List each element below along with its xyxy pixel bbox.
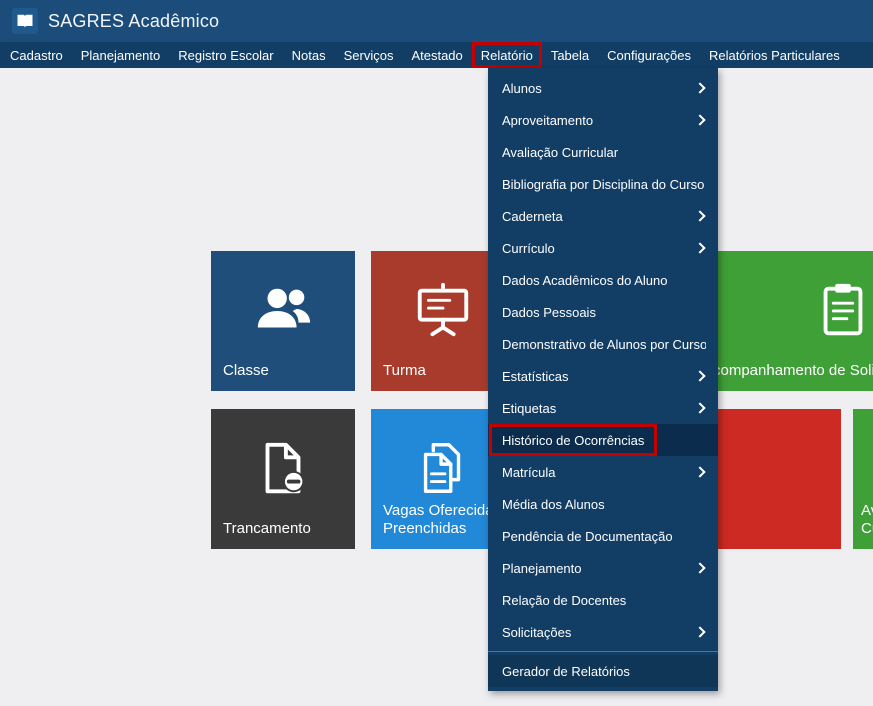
clipboard-icon [691,279,873,341]
dropdown-item-label: Relação de Docentes [502,593,706,608]
tile-label: Classe [223,362,347,381]
chevron-right-icon [694,210,705,221]
dropdown-item-label: Caderneta [502,209,696,224]
dropdown-item-label: Demonstrativo de Alunos por Curso [502,337,706,352]
tile-label: Acompanhamento de Solicitações [703,362,873,381]
dropdown-item-demonstrativo-de-alunos-por-curso[interactable]: Demonstrativo de Alunos por Curso [488,328,718,360]
tile-acompanhamento-de-solicitacoes[interactable]: Acompanhamento de Solicitações [691,251,873,391]
menu-item-servicos[interactable]: Serviços [335,42,403,68]
dropdown-item-bibliografia-por-disciplina-do-curso[interactable]: Bibliografia por Disciplina do Curso [488,168,718,200]
dropdown-item-dados-academicos-do-aluno[interactable]: Dados Acadêmicos do Aluno [488,264,718,296]
dropdown-item-label: Dados Acadêmicos do Aluno [502,273,706,288]
menu-item-relatorio[interactable]: Relatório [472,42,542,68]
dropdown-item-media-dos-alunos[interactable]: Média dos Alunos [488,488,718,520]
dropdown-item-label: Matrícula [502,465,696,480]
dropdown-item-dados-pessoais[interactable]: Dados Pessoais [488,296,718,328]
relatorio-dropdown-menu: Alunos Aproveitamento Avaliação Curricul… [488,68,718,691]
dropdown-item-historico-de-ocorrencias[interactable]: Histórico de Ocorrências [488,424,718,456]
chevron-right-icon [694,402,705,413]
menu-item-configuracoes[interactable]: Configurações [598,42,700,68]
tile-classe[interactable]: Classe [211,251,355,391]
chevron-right-icon [694,562,705,573]
dropdown-item-relacao-de-docentes[interactable]: Relação de Docentes [488,584,718,616]
open-book-icon [12,8,38,34]
dropdown-item-solicitacoes[interactable]: Solicitações [488,616,718,648]
menubar: Cadastro Planejamento Registro Escolar N… [0,42,873,68]
app-title: SAGRES Acadêmico [48,11,219,32]
menu-item-relatorios-particulares[interactable]: Relatórios Particulares [700,42,849,68]
dropdown-item-pendencia-de-documentacao[interactable]: Pendência de Documentação [488,520,718,552]
tile-trancamento[interactable]: Trancamento [211,409,355,549]
tile-avaliacao-curricular[interactable]: Avaliação Curricular [853,409,873,549]
dropdown-item-label: Histórico de Ocorrências [502,433,706,448]
dropdown-item-label: Gerador de Relatórios [502,664,706,679]
dropdown-item-planejamento[interactable]: Planejamento [488,552,718,584]
dropdown-item-caderneta[interactable]: Caderneta [488,200,718,232]
dropdown-item-label: Alunos [502,81,696,96]
dropdown-item-avaliacao-curricular[interactable]: Avaliação Curricular [488,136,718,168]
chevron-right-icon [694,466,705,477]
dropdown-item-alunos[interactable]: Alunos [488,72,718,104]
dropdown-item-estatisticas[interactable]: Estatísticas [488,360,718,392]
dropdown-item-label: Avaliação Curricular [502,145,706,160]
menu-item-notas[interactable]: Notas [283,42,335,68]
dropdown-item-label: Aproveitamento [502,113,696,128]
chevron-right-icon [694,82,705,93]
dropdown-divider [488,651,718,652]
menu-item-planejamento[interactable]: Planejamento [72,42,170,68]
menu-item-tabela[interactable]: Tabela [542,42,598,68]
menu-item-registro-escolar[interactable]: Registro Escolar [169,42,282,68]
dropdown-item-label: Etiquetas [502,401,696,416]
chevron-right-icon [694,114,705,125]
dropdown-item-gerador-de-relatorios[interactable]: Gerador de Relatórios [488,655,718,687]
dropdown-item-label: Solicitações [502,625,696,640]
dropdown-item-matricula[interactable]: Matrícula [488,456,718,488]
menu-item-cadastro[interactable]: Cadastro [1,42,72,68]
dropdown-item-etiquetas[interactable]: Etiquetas [488,392,718,424]
dropdown-item-label: Dados Pessoais [502,305,706,320]
users-icon [211,279,355,341]
dropdown-item-label: Média dos Alunos [502,497,706,512]
dropdown-item-curriculo[interactable]: Currículo [488,232,718,264]
dropdown-item-label: Bibliografia por Disciplina do Curso [502,177,706,192]
tile-label: Trancamento [223,520,347,539]
chevron-right-icon [694,626,705,637]
document-minus-icon [211,437,355,499]
menu-item-atestado[interactable]: Atestado [402,42,471,68]
dropdown-item-label: Currículo [502,241,696,256]
chevron-right-icon [694,370,705,381]
dropdown-item-label: Pendência de Documentação [502,529,706,544]
dropdown-item-label: Planejamento [502,561,696,576]
tile-label: Avaliação Curricular [861,502,873,540]
app-header: SAGRES Acadêmico [0,0,873,42]
dropdown-item-aproveitamento[interactable]: Aproveitamento [488,104,718,136]
chevron-right-icon [694,242,705,253]
dropdown-item-label: Estatísticas [502,369,696,384]
